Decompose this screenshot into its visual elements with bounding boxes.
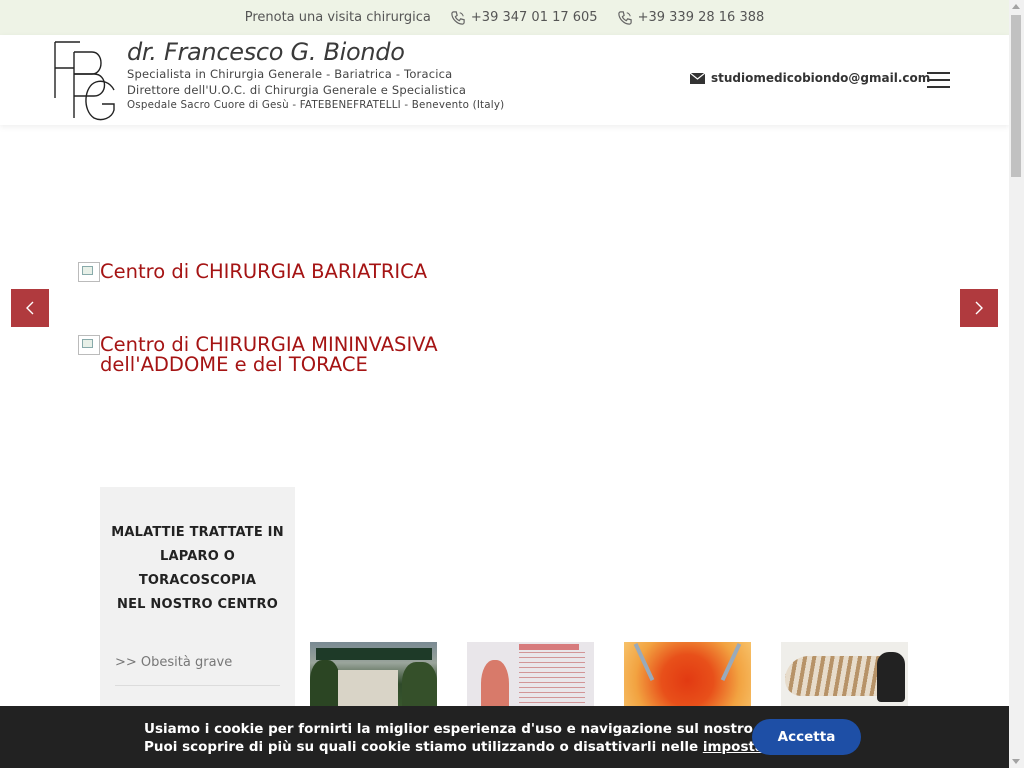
slider-prev-button[interactable] bbox=[11, 289, 49, 327]
page-scrollbar[interactable] bbox=[1009, 0, 1024, 768]
logo-text[interactable]: dr. Francesco G. Biondo Specialista in C… bbox=[127, 37, 504, 114]
broken-image-icon bbox=[78, 335, 100, 355]
minimally-invasive-center-link[interactable]: Centro di CHIRURGIA MININVASIVA dell'ADD… bbox=[78, 335, 438, 375]
phone-icon bbox=[617, 10, 632, 25]
sidebar-title: MALATTIE TRATTATE IN LAPARO O TORACOSCOP… bbox=[100, 521, 295, 617]
logo-director: Direttore dell'U.O.C. di Chirurgia Gener… bbox=[127, 82, 467, 97]
envelope-icon bbox=[690, 72, 705, 84]
email-text[interactable]: studiomedicobiondo@gmail.com bbox=[711, 71, 930, 85]
cookie-line-1: Usiamo i cookie per fornirti la miglior … bbox=[144, 721, 828, 737]
fbg-logo-mark[interactable] bbox=[52, 40, 122, 122]
site-header: dr. Francesco G. Biondo Specialista in C… bbox=[0, 35, 1009, 125]
sidebar-title-line-4: NEL NOSTRO CENTRO bbox=[117, 597, 278, 612]
email-link[interactable]: studiomedicobiondo@gmail.com bbox=[690, 71, 930, 85]
minimally-invasive-center-label[interactable]: Centro di CHIRURGIA MININVASIVA dell'ADD… bbox=[100, 335, 438, 375]
mininvasive-line-2[interactable]: dell'ADDOME e del TORACE bbox=[100, 353, 368, 376]
cookie-banner: Usiamo i cookie per fornirti la miglior … bbox=[0, 706, 1009, 768]
phone-icon bbox=[451, 10, 465, 25]
scroll-up-arrow-icon[interactable] bbox=[1012, 4, 1020, 9]
top-bar: Prenota una visita chirurgica +39 347 01… bbox=[0, 0, 1009, 35]
chevron-right-icon bbox=[975, 301, 983, 315]
sidebar-divider bbox=[115, 685, 280, 686]
booking-text[interactable]: Prenota una visita chirurgica bbox=[245, 10, 431, 25]
hamburger-menu-icon[interactable] bbox=[927, 72, 951, 90]
phone-1-text[interactable]: +39 347 01 17 605 bbox=[471, 10, 598, 25]
phone-2-link[interactable]: +39 339 28 16 388 bbox=[617, 10, 765, 25]
logo-specialty: Specialista in Chirurgia Generale - Bari… bbox=[127, 67, 453, 81]
sidebar-title-line-2: LAPARO O bbox=[160, 549, 235, 564]
slider-next-button[interactable] bbox=[960, 289, 998, 327]
phone-2-text[interactable]: +39 339 28 16 388 bbox=[638, 10, 765, 25]
phone-1-link[interactable]: +39 347 01 17 605 bbox=[451, 10, 598, 25]
cookie-message: Usiamo i cookie per fornirti la miglior … bbox=[144, 720, 827, 756]
sidebar-title-line-1: MALATTIE TRATTATE IN bbox=[111, 525, 284, 540]
logo-hospital: Ospedale Sacro Cuore di Gesù - FATEBENEF… bbox=[127, 99, 505, 111]
thoracoscopy-thumbnail[interactable] bbox=[781, 642, 908, 712]
sidebar-title-line-3: TORACOSCOPIA bbox=[138, 573, 257, 588]
accept-cookies-button[interactable]: Accetta bbox=[752, 719, 861, 755]
bariatric-center-link[interactable]: Centro di CHIRURGIA BARIATRICA bbox=[78, 262, 427, 282]
cookie-line-2: Puoi scoprire di più su quali cookie sti… bbox=[144, 739, 703, 755]
sidebar-item-severe-obesity[interactable]: >> Obesità grave bbox=[115, 655, 232, 670]
bariatric-center-label[interactable]: Centro di CHIRURGIA BARIATRICA bbox=[100, 262, 427, 282]
laparoscopy-thumbnail[interactable] bbox=[624, 642, 751, 712]
hospital-photo-thumbnail[interactable] bbox=[310, 642, 437, 712]
scrollbar-thumb[interactable] bbox=[1011, 15, 1021, 177]
booking-link[interactable]: Prenota una visita chirurgica bbox=[245, 10, 431, 25]
doctor-name: dr. Francesco G. Biondo bbox=[127, 38, 405, 66]
bariatric-surgery-infographic-thumbnail[interactable] bbox=[467, 642, 594, 712]
chevron-left-icon bbox=[26, 301, 34, 315]
broken-image-icon bbox=[78, 262, 100, 282]
scroll-down-arrow-icon[interactable] bbox=[1012, 759, 1020, 764]
